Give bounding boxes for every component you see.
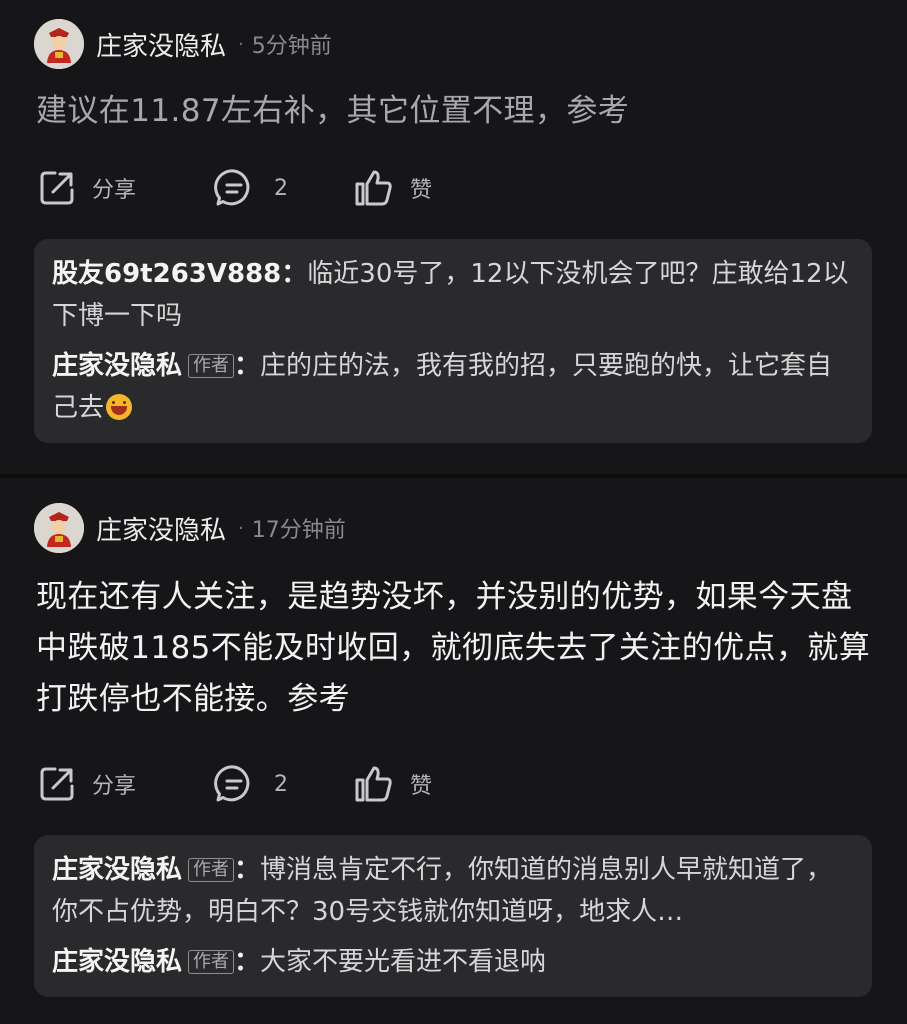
thumbs-up-icon	[355, 170, 392, 206]
separator-dot: ·	[238, 517, 244, 539]
author-badge: 作者	[188, 354, 235, 378]
reply-colon: ：	[281, 259, 308, 289]
share-button[interactable]: 分享	[38, 168, 136, 208]
action-bar: 分享 2 赞	[38, 168, 538, 208]
separator-dot: ·	[238, 33, 244, 55]
avatar-icon	[34, 503, 84, 553]
like-button[interactable]: 赞	[354, 168, 432, 208]
reply-item[interactable]: 庄家没隐私 作者 ：博消息肯定不行，你知道的消息别人早就知道了，你不占优势，明白不？…	[52, 849, 852, 933]
comment-icon	[214, 169, 250, 206]
comment-icon	[214, 765, 250, 802]
share-icon	[40, 171, 74, 205]
reply-author[interactable]: 庄家没隐私	[52, 855, 182, 885]
comment-count: 2	[274, 771, 288, 797]
thumbs-up-icon	[355, 766, 392, 802]
post-time: 17分钟前	[251, 518, 346, 543]
reply-list: 股友69t263V888：临近30号了，12以下没机会了吧？庄敢给12以下博一下…	[34, 239, 872, 443]
author-badge: 作者	[188, 858, 235, 882]
like-button[interactable]: 赞	[354, 764, 432, 804]
post-content: 现在还有人关注，是趋势没坏，并没别的优势，如果今天盘中跌破1185不能及时收回，…	[36, 579, 871, 717]
post-header: 庄家没隐私 · 17分钟前	[34, 502, 346, 554]
reply-item[interactable]: 庄家没隐私 作者 ：庄的庄的法，我有我的招，只要跑的快，让它套自己去	[52, 345, 852, 429]
share-button[interactable]: 分享	[38, 764, 136, 804]
comment-button[interactable]: 2	[214, 168, 288, 208]
post-time: 5分钟前	[251, 34, 332, 59]
comment-count: 2	[274, 175, 288, 201]
reply-list: 庄家没隐私 作者 ：博消息肯定不行，你知道的消息别人早就知道了，你不占优势，明白不？…	[34, 835, 872, 997]
author-name[interactable]: 庄家没隐私	[96, 510, 226, 547]
post-content: 建议在11.87左右补，其它位置不理，参考	[36, 93, 630, 129]
share-label: 分享	[92, 774, 137, 799]
reply-item[interactable]: 股友69t263V888：临近30号了，12以下没机会了吧？庄敢给12以下博一下…	[52, 253, 852, 337]
post-header: 庄家没隐私 · 5分钟前	[34, 18, 332, 70]
comment-post: 庄家没隐私 · 17分钟前 现在还有人关注，是趋势没坏，并没别的优势，如果今天盘…	[0, 478, 907, 1024]
reply-item[interactable]: 庄家没隐私 作者 ：大家不要光看进不看退呐	[52, 941, 852, 983]
share-icon	[40, 767, 74, 801]
author-badge: 作者	[188, 950, 235, 974]
reply-author[interactable]: 庄家没隐私	[52, 947, 182, 977]
avatar-icon	[34, 19, 84, 69]
avatar[interactable]	[34, 503, 84, 553]
avatar[interactable]	[34, 19, 84, 69]
reply-colon: ：	[234, 947, 261, 977]
action-bar: 分享 2 赞	[38, 764, 538, 804]
reply-author[interactable]: 庄家没隐私	[52, 351, 182, 381]
share-label: 分享	[92, 178, 137, 203]
author-name[interactable]: 庄家没隐私	[96, 26, 226, 63]
comment-button[interactable]: 2	[214, 764, 288, 804]
reply-author[interactable]: 股友69t263V888	[52, 259, 281, 289]
comment-post: 庄家没隐私 · 5分钟前 建议在11.87左右补，其它位置不理，参考 分享 2 …	[0, 0, 907, 474]
like-label: 赞	[410, 774, 433, 799]
reply-text: 大家不要光看进不看退呐	[260, 947, 547, 977]
like-label: 赞	[410, 178, 433, 203]
grinning-face-emoji-icon	[106, 394, 133, 420]
reply-colon: ：	[234, 351, 261, 381]
reply-colon: ：	[234, 855, 261, 885]
